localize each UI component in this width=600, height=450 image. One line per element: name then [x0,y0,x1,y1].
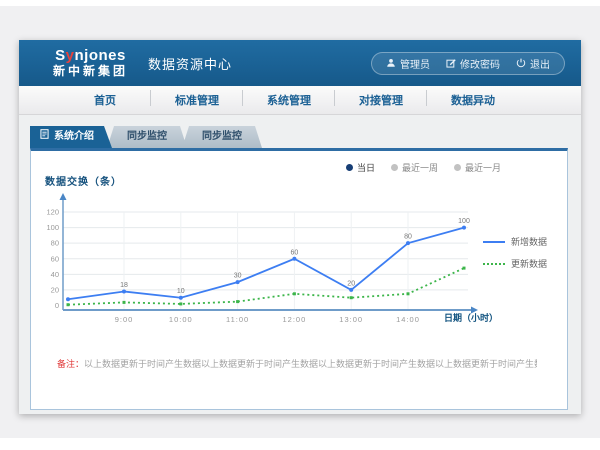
nav-item-0[interactable]: 首页 [59,92,151,108]
user-bar-item-0[interactable]: 管理员 [386,56,430,71]
svg-text:10: 10 [177,288,185,295]
svg-text:60: 60 [51,254,59,263]
tab-2[interactable]: 同步监控 [182,126,262,148]
svg-text:100: 100 [458,218,470,225]
svg-text:12:00: 12:00 [283,315,307,324]
svg-text:60: 60 [291,249,299,256]
nav-item-4[interactable]: 数据异动 [427,92,519,108]
page-title: 数据资源中心 [148,54,232,73]
footnote: 备注：以上数据更新于时间产生数据以上数据更新于时间产生数据以上数据更新于时间产生… [57,357,537,370]
tab-1[interactable]: 同步监控 [107,126,187,148]
svg-text:80: 80 [51,239,59,248]
radio-option-2[interactable]: 最近一月 [454,161,501,174]
nav-item-3[interactable]: 对接管理 [335,92,427,108]
radio-option-0[interactable]: 当日 [346,161,375,174]
brand-logo: Synjones 新中新集团 [53,48,128,78]
svg-text:30: 30 [234,273,242,280]
tab-bar: 系统介绍同步监控同步监控 [30,126,262,148]
svg-text:20: 20 [347,280,355,287]
svg-text:120: 120 [46,208,59,217]
radio-dot [391,164,398,171]
line-chart: 0 20 40 60 80 100 120 9:00 10:00 11:00 12:00 13:00 1… [41,191,511,327]
svg-text:0: 0 [55,301,59,310]
brand-subtitle: 新中新集团 [53,65,128,78]
footnote-label: 备注： [57,359,84,369]
y-axis-title: 数据交换（条） [45,173,122,188]
app-header: Synjones 新中新集团 数据资源中心 管理员 修改密码 退出 [19,40,581,86]
doc-icon [40,126,49,148]
svg-text:13:00: 13:00 [339,315,363,324]
nav-item-1[interactable]: 标准管理 [151,92,243,108]
edit-icon [446,58,456,68]
svg-text:11:00: 11:00 [226,315,249,324]
brand-logo-text: Synjones [53,48,128,65]
user-icon [386,58,396,68]
svg-text:18: 18 [120,282,128,289]
radio-dot [346,164,353,171]
content-area: 系统介绍同步监控同步监控 当日最近一周最近一月 数据交换（条） 02040608… [19,115,581,414]
nav-item-2[interactable]: 系统管理 [243,92,335,108]
logo-accent: y [66,47,75,64]
user-bar: 管理员 修改密码 退出 [371,52,565,75]
range-filter: 当日 最近一周 最近一月 [346,161,501,174]
svg-text:80: 80 [404,234,412,241]
svg-text:20: 20 [51,285,59,294]
radio-dot [454,164,461,171]
chart-legend: 新增数据更新数据 [483,235,547,270]
footnote-text: 以上数据更新于时间产生数据以上数据更新于时间产生数据以上数据更新于时间产生数据以… [84,359,537,369]
user-bar-item-1[interactable]: 修改密码 [446,56,500,71]
power-icon [516,58,526,68]
user-bar-item-2[interactable]: 退出 [516,56,550,71]
svg-text:100: 100 [46,223,59,232]
legend-item-0: 新增数据 [483,235,547,248]
radio-option-1[interactable]: 最近一周 [391,161,438,174]
chart-panel: 当日 最近一周 最近一月 数据交换（条） 0 20 40 60 80 100 120 9:00 10… [30,148,568,410]
svg-text:9:00: 9:00 [115,315,134,324]
tab-0[interactable]: 系统介绍 [30,126,112,148]
svg-text:10:00: 10:00 [169,315,193,324]
app-window: Synjones 新中新集团 数据资源中心 管理员修改密码退出 首页标准管理系统… [19,40,581,414]
main-nav: 首页标准管理系统管理对接管理数据异动 [19,86,581,115]
svg-text:40: 40 [51,270,59,279]
svg-text:日期（小时）: 日期（小时） [444,312,498,323]
svg-text:14:00: 14:00 [396,315,420,324]
legend-item-1: 更新数据 [483,257,547,270]
